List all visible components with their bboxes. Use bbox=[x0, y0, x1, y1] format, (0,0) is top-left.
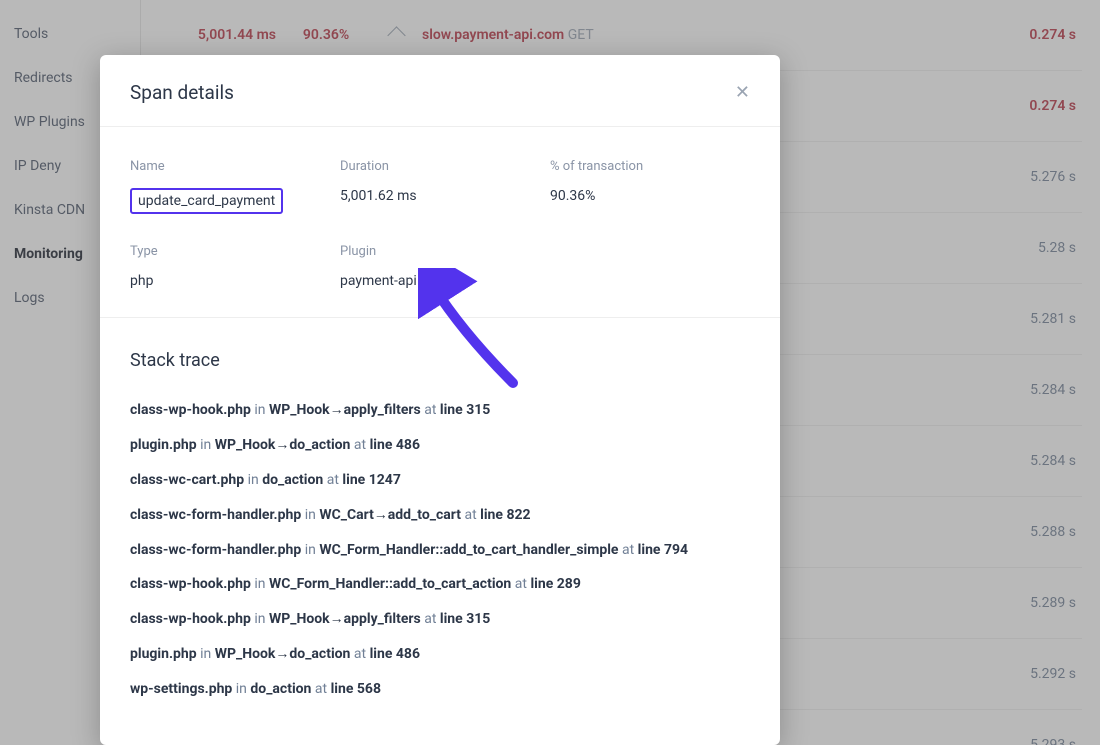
label-type: Type bbox=[130, 244, 340, 259]
close-icon[interactable]: ✕ bbox=[735, 84, 750, 102]
stack-trace-line: class-wc-cart.php in do_action at line 1… bbox=[130, 471, 750, 490]
stack-trace-section: Stack trace class-wp-hook.php in WP_Hook… bbox=[100, 318, 780, 699]
stack-trace-line: class-wc-form-handler.php in WC_Form_Han… bbox=[130, 541, 750, 560]
span-details-modal: Span details ✕ Name update_card_payment … bbox=[100, 55, 780, 745]
stack-trace-line: class-wp-hook.php in WP_Hook→apply_filte… bbox=[130, 401, 750, 420]
label-plugin: Plugin bbox=[340, 244, 550, 259]
value-name: update_card_payment bbox=[130, 188, 283, 214]
stack-trace-line: plugin.php in WP_Hook→do_action at line … bbox=[130, 436, 750, 455]
detail-grid: Name update_card_payment Duration 5,001.… bbox=[100, 127, 780, 318]
value-plugin: payment-api bbox=[340, 273, 550, 289]
stack-trace-line: plugin.php in WP_Hook→do_action at line … bbox=[130, 645, 750, 664]
label-duration: Duration bbox=[340, 159, 550, 174]
detail-plugin: Plugin payment-api bbox=[340, 244, 550, 289]
stack-trace-line: wp-settings.php in do_action at line 568 bbox=[130, 680, 750, 699]
modal-title: Span details bbox=[130, 81, 234, 104]
value-duration: 5,001.62 ms bbox=[340, 188, 550, 204]
value-pct: 90.36% bbox=[550, 188, 750, 204]
stack-trace-line: class-wc-form-handler.php in WC_Cart→add… bbox=[130, 506, 750, 525]
stack-trace-line: class-wp-hook.php in WC_Form_Handler::ad… bbox=[130, 575, 750, 594]
app-root: ToolsRedirectsWP PluginsIP DenyKinsta CD… bbox=[0, 0, 1100, 745]
modal-header: Span details ✕ bbox=[100, 55, 780, 127]
value-type: php bbox=[130, 273, 340, 289]
label-pct: % of transaction bbox=[550, 159, 750, 174]
detail-pct: % of transaction 90.36% bbox=[550, 159, 750, 214]
detail-type: Type php bbox=[130, 244, 340, 289]
stack-trace-title: Stack trace bbox=[130, 350, 750, 371]
detail-duration: Duration 5,001.62 ms bbox=[340, 159, 550, 214]
label-name: Name bbox=[130, 159, 340, 174]
detail-name: Name update_card_payment bbox=[130, 159, 340, 214]
stack-trace-line: class-wp-hook.php in WP_Hook→apply_filte… bbox=[130, 610, 750, 629]
